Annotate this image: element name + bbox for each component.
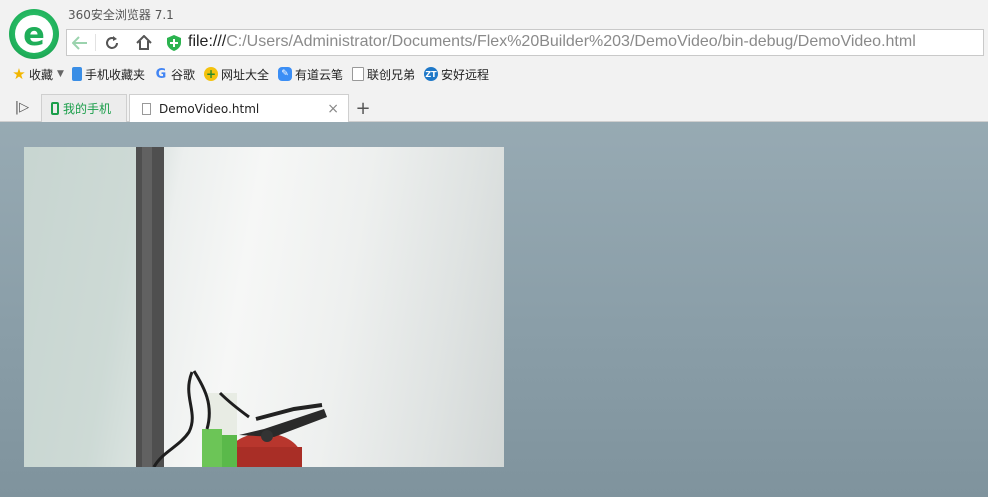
bookmark-label: 谷歌 <box>170 67 195 82</box>
favorites-dropdown-button[interactable]: ▼ <box>57 64 64 84</box>
home-icon <box>136 35 152 50</box>
nav-divider <box>95 34 96 51</box>
page-icon <box>142 103 151 115</box>
new-tab-button[interactable]: + <box>351 94 375 122</box>
webcam-video[interactable] <box>24 147 504 467</box>
tab-bar: |▷ 我的手机 DemoVideo.html × + <box>0 90 988 123</box>
address-bar[interactable]: file:///C:/Users/Administrator/Documents… <box>66 29 984 56</box>
home-button[interactable] <box>131 30 157 55</box>
url-path: C:/Users/Administrator/Documents/Flex%20… <box>226 33 916 50</box>
bookmark-lianchuang[interactable]: 联创兄弟 <box>352 64 415 84</box>
tab-demovideo[interactable]: DemoVideo.html × <box>129 94 349 123</box>
web-directory-icon: + <box>203 67 218 81</box>
bookmark-label: 有道云笔 <box>294 67 343 82</box>
browser-window: e 360安全浏览器 7.1 file:///C:/Users/Administ… <box>0 0 988 497</box>
phone-icon <box>51 102 59 115</box>
refresh-button[interactable] <box>99 30 125 55</box>
chevron-down-icon: ▼ <box>57 69 64 79</box>
page-icon <box>352 67 364 81</box>
bookmark-google[interactable]: G 谷歌 <box>154 64 195 84</box>
sidebar-toggle-button[interactable]: |▷ <box>12 97 32 117</box>
tab-label: 我的手机 <box>63 102 112 116</box>
bookmark-label: 网址大全 <box>220 67 269 82</box>
plus-icon: + <box>355 97 371 119</box>
bookmark-remote[interactable]: ZT 安好远程 <box>424 64 489 84</box>
bookmark-favorites[interactable]: ★ 收藏 <box>12 64 53 84</box>
refresh-icon <box>106 35 118 49</box>
bookmark-label: 安好远程 <box>441 67 490 82</box>
video-frame-image <box>24 147 327 467</box>
back-button[interactable] <box>67 30 93 55</box>
page-content <box>0 122 988 497</box>
tab-label: DemoVideo.html <box>159 102 260 116</box>
tab-my-phone[interactable]: 我的手机 <box>41 94 127 122</box>
url-text[interactable]: file:///C:/Users/Administrator/Documents… <box>188 33 916 53</box>
bookmark-label: 收藏 <box>29 67 54 82</box>
sidebar-toggle-icon: |▷ <box>14 99 30 115</box>
shield-icon <box>167 34 181 51</box>
security-shield-button[interactable] <box>161 30 187 55</box>
bookmark-web-directory[interactable]: + 网址大全 <box>203 64 269 84</box>
browser-logo-icon[interactable]: e <box>9 9 59 59</box>
bookmark-youdao-note[interactable]: ✎ 有道云笔 <box>277 64 343 84</box>
zt-remote-icon: ZT <box>424 67 439 81</box>
bookmark-label: 手机收藏夹 <box>84 67 145 82</box>
youdao-note-icon: ✎ <box>277 67 292 81</box>
url-scheme: file:/// <box>188 33 227 50</box>
phone-icon <box>71 67 82 81</box>
google-icon: G <box>155 66 167 82</box>
window-title: 360安全浏览器 7.1 <box>68 8 174 22</box>
back-arrow-icon <box>72 35 87 50</box>
bookmarks-bar: ★ 收藏 ▼ 手机收藏夹 G 谷歌 + 网址大全 ✎ 有道云笔 联创兄弟 ZT … <box>0 62 988 86</box>
bookmark-label: 联创兄弟 <box>367 67 416 82</box>
bookmark-mobile-favorites[interactable]: 手机收藏夹 <box>71 64 145 84</box>
close-tab-icon[interactable]: × <box>327 101 339 117</box>
star-icon: ★ <box>12 65 26 83</box>
